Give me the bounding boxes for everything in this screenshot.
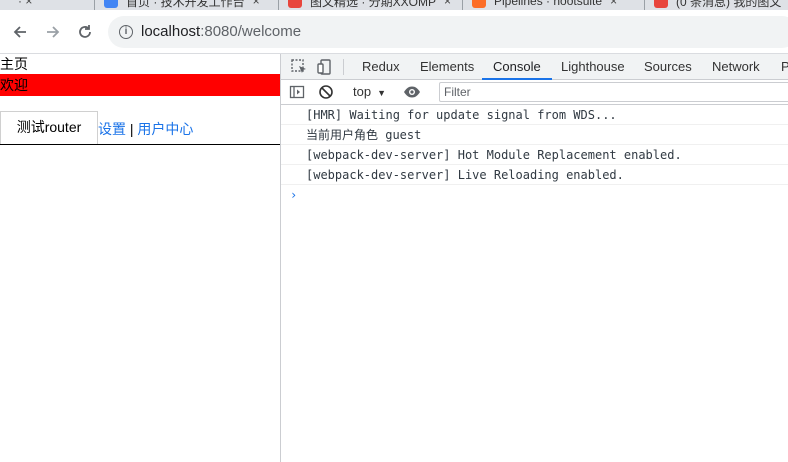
- tab-title: (0 条消息) 我的图文: [676, 0, 782, 9]
- welcome-banner: 欢迎: [0, 74, 280, 96]
- console-message: 当前用户角色 guest: [281, 125, 788, 145]
- tab-title: Pipelines · hootsuite: [494, 0, 603, 8]
- console-message: [HMR] Waiting for update signal from WDS…: [281, 105, 788, 125]
- close-icon[interactable]: ×: [444, 0, 451, 8]
- test-router-button[interactable]: 测试router: [0, 111, 98, 144]
- tab-sources[interactable]: Sources: [644, 54, 692, 80]
- close-icon[interactable]: ×: [253, 0, 260, 8]
- console-message: [webpack-dev-server] Hot Module Replacem…: [281, 145, 788, 165]
- tab-divider: [644, 0, 645, 10]
- eye-icon[interactable]: [403, 84, 421, 102]
- url-path: :8080/welcome: [200, 23, 302, 40]
- tab-1[interactable]: 首页 · 技术开发工作台 ×: [104, 0, 260, 10]
- link-separator: |: [129, 121, 134, 137]
- favicon-icon: [472, 0, 486, 8]
- forward-arrow-icon[interactable]: [43, 22, 63, 42]
- address-bar[interactable]: i localhost:8080/welcome: [108, 16, 788, 48]
- tab-redux[interactable]: Redux: [362, 54, 400, 80]
- favicon-icon: [288, 0, 302, 8]
- tab-divider: [343, 59, 344, 75]
- favicon-icon: [104, 0, 118, 8]
- context-label: top: [353, 84, 372, 99]
- home-title: 主页: [0, 56, 28, 72]
- chevron-down-icon: ▼: [377, 88, 386, 98]
- devtools-panel: Redux Elements Console Lighthouse Source…: [280, 54, 788, 462]
- nav-links: 设置 | 用户中心: [98, 119, 193, 139]
- tab-3[interactable]: Pipelines · hootsuite ×: [472, 0, 617, 10]
- tab-2[interactable]: 图文精选 · 分期XXOMP ×: [288, 0, 451, 10]
- close-icon[interactable]: · ×: [18, 0, 32, 8]
- settings-link[interactable]: 设置: [98, 121, 126, 137]
- console-prompt[interactable]: ›: [281, 185, 788, 205]
- tab-title: 图文精选 · 分期XXOMP: [310, 0, 437, 9]
- tab-4[interactable]: (0 条消息) 我的图文: [654, 0, 781, 10]
- console-message: [webpack-dev-server] Live Reloading enab…: [281, 165, 788, 185]
- sidebar-toggle-icon[interactable]: [289, 84, 307, 102]
- device-toolbar-icon[interactable]: [316, 58, 334, 76]
- app-page: 主页 欢迎 测试router 设置 | 用户中心: [0, 54, 280, 462]
- url-text[interactable]: localhost:8080/welcome: [141, 23, 301, 40]
- devtools-tabbar: Redux Elements Console Lighthouse Source…: [281, 54, 788, 80]
- tab-elements[interactable]: Elements: [420, 54, 474, 80]
- reload-icon[interactable]: [75, 22, 95, 42]
- favicon-icon: [654, 0, 668, 8]
- console-toolbar: top ▼ Filter: [281, 80, 788, 105]
- tab-console[interactable]: Console: [482, 54, 552, 80]
- url-host: localhost: [141, 23, 201, 40]
- tab-divider: [462, 0, 463, 10]
- console-output: [HMR] Waiting for update signal from WDS…: [281, 105, 788, 205]
- back-arrow-icon[interactable]: [10, 22, 30, 42]
- browser-toolbar: i localhost:8080/welcome: [0, 10, 788, 54]
- tab-prev[interactable]: · ×: [10, 0, 32, 10]
- user-center-link[interactable]: 用户中心: [137, 121, 193, 137]
- browser-chrome: · × 首页 · 技术开发工作台 × 图文精选 · 分期XXOMP × Pipe…: [0, 0, 788, 54]
- inspect-element-icon[interactable]: [290, 58, 308, 76]
- tab-divider: [278, 0, 279, 10]
- tab-network[interactable]: Network: [712, 54, 760, 80]
- tab-more[interactable]: P: [781, 54, 788, 80]
- filter-input[interactable]: Filter: [439, 82, 788, 102]
- tab-divider: [94, 0, 95, 10]
- context-selector[interactable]: top ▼: [353, 84, 386, 99]
- clear-console-icon[interactable]: [318, 84, 336, 102]
- info-icon[interactable]: i: [119, 25, 133, 39]
- tab-title: 首页 · 技术开发工作台: [126, 0, 245, 9]
- tab-lighthouse[interactable]: Lighthouse: [561, 54, 625, 80]
- app-nav: 测试router 设置 | 用户中心: [0, 110, 280, 145]
- tab-strip: · × 首页 · 技术开发工作台 × 图文精选 · 分期XXOMP × Pipe…: [0, 0, 788, 10]
- close-icon[interactable]: ×: [610, 0, 617, 8]
